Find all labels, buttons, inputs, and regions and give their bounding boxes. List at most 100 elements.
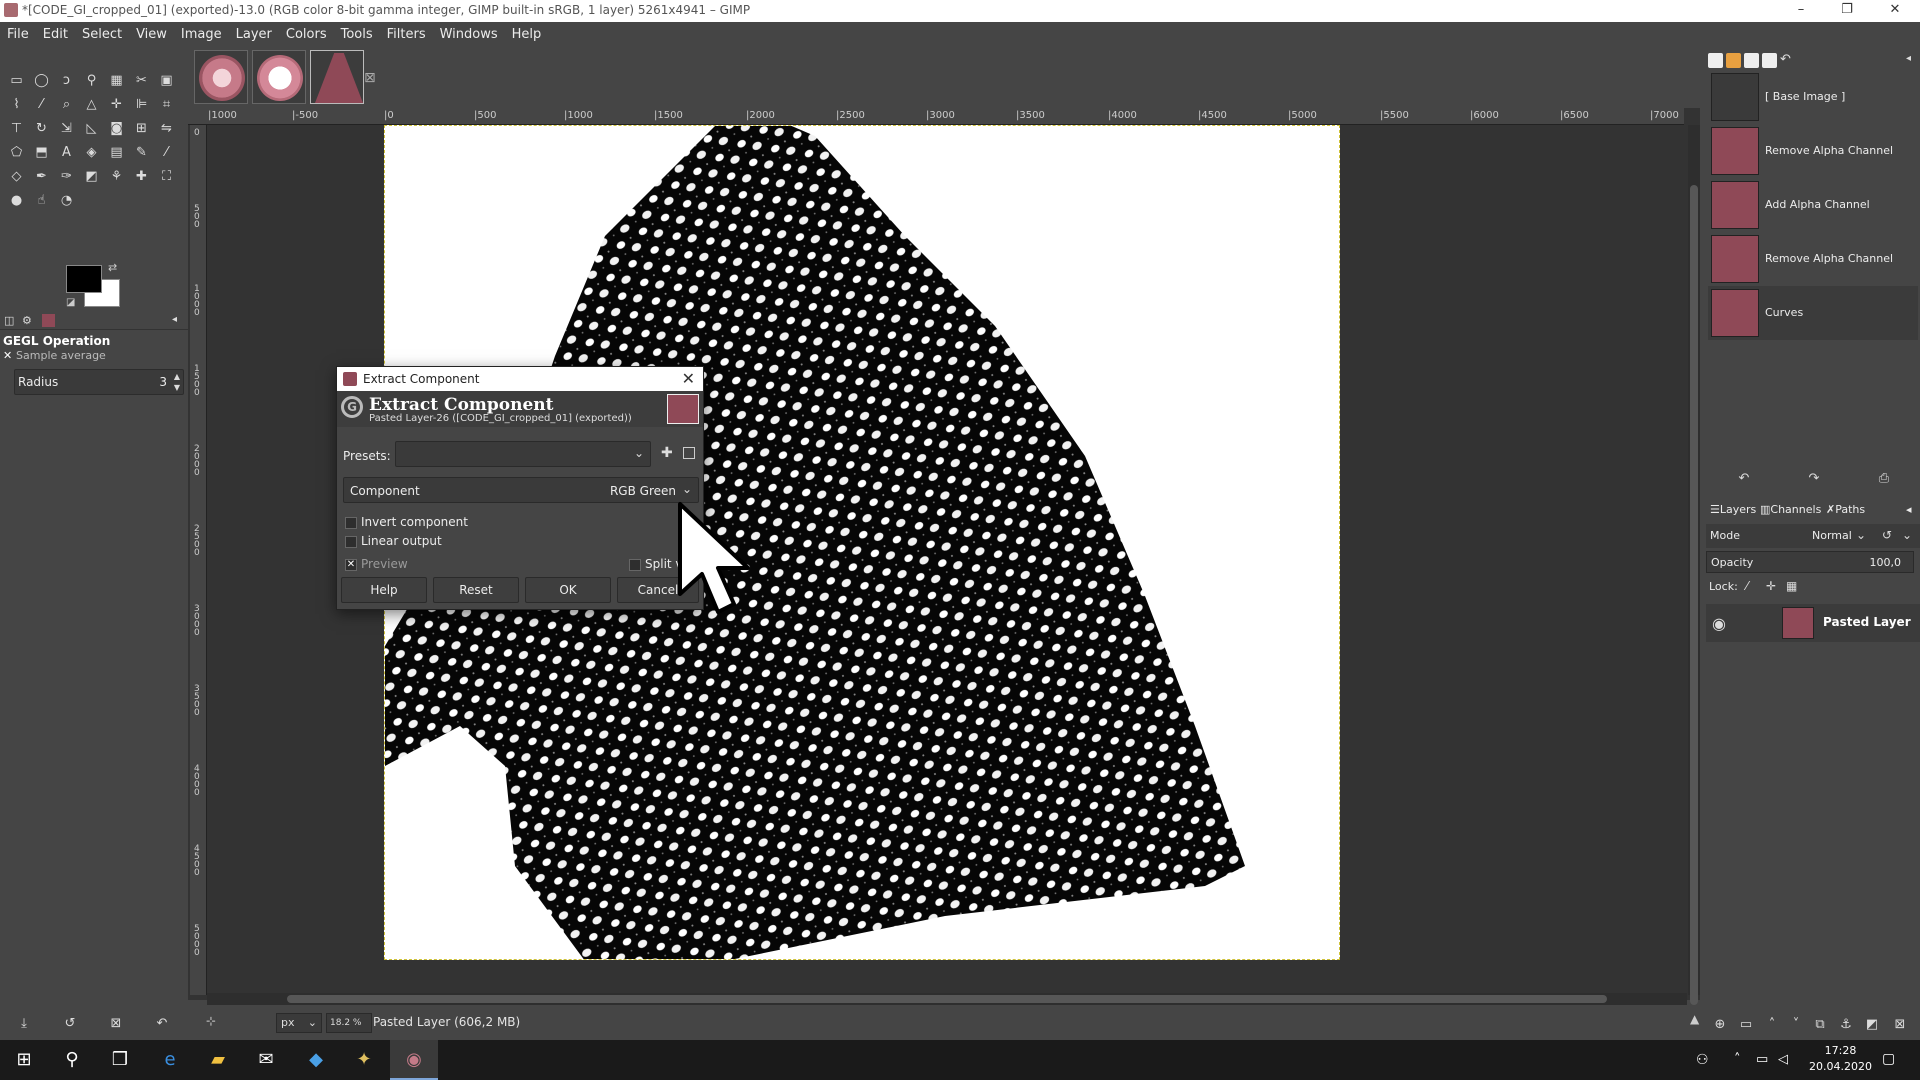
airbrush-icon[interactable]: ✒	[31, 167, 52, 187]
spin-arrows-icon[interactable]: ▲ ▼	[174, 371, 180, 393]
color-picker-icon[interactable]: ⁄	[31, 95, 52, 115]
close-window-button[interactable]: ✕	[1872, 0, 1918, 22]
smudge-icon[interactable]: ☝	[31, 191, 52, 211]
zoom-icon[interactable]: ⌕	[56, 95, 77, 115]
lower-layer-icon[interactable]: ˅	[1786, 1015, 1806, 1035]
cage-icon[interactable]: ⊞	[131, 119, 152, 139]
notifications-icon[interactable]: ▢	[1882, 1051, 1895, 1067]
duplicate-layer-icon[interactable]: ⧉	[1810, 1015, 1830, 1035]
foreground-color-swatch[interactable]	[66, 265, 102, 293]
configure-tab-icon[interactable]: ◂	[1906, 503, 1912, 516]
edge-browser-icon[interactable]: e	[146, 1040, 194, 1080]
perspective-icon[interactable]: ⬠	[6, 143, 27, 163]
zoom-selector[interactable]: 18.2 %	[326, 1013, 372, 1033]
document-history-tab-icon[interactable]	[1762, 53, 1777, 68]
layer-mode-row[interactable]: Mode Normal ⌄ ↺ ⌄	[1706, 524, 1920, 548]
minimize-button[interactable]: –	[1778, 0, 1824, 22]
crop-icon[interactable]: ⌗	[156, 95, 177, 115]
manage-presets-icon[interactable]	[683, 447, 695, 459]
color-select-icon[interactable]: ▦	[106, 71, 127, 91]
free-select-icon[interactable]: ↄ	[56, 71, 77, 91]
ellipse-select-icon[interactable]: ◯	[31, 71, 52, 91]
save-options-icon[interactable]: ⤓	[14, 1014, 34, 1034]
scissors-icon[interactable]: ✂	[131, 71, 152, 91]
menu-file[interactable]: File	[0, 22, 36, 47]
tool-options-tab-icon[interactable]: ◫	[4, 314, 14, 327]
pencil-icon[interactable]: ✎	[131, 143, 152, 163]
lock-pixels-icon[interactable]: ⁄	[1746, 579, 1748, 593]
app-icon[interactable]: ◆	[292, 1040, 340, 1080]
rotate-icon[interactable]: ↻	[31, 119, 52, 139]
undo-history-item[interactable]: Remove Alpha Channel	[1708, 124, 1918, 178]
undo-history-tab-icon[interactable]: ↶	[1780, 52, 1791, 67]
tray-chevron-up-icon[interactable]: ˄	[1734, 1052, 1741, 1067]
quick-mask-icon[interactable]: ⊹	[206, 1014, 216, 1028]
raise-layer-icon[interactable]: ˄	[1762, 1015, 1782, 1035]
tab-channels[interactable]: ▥Channels	[1760, 503, 1821, 516]
warp-icon[interactable]: ◙	[106, 119, 127, 139]
opacity-spinbox[interactable]: Opacity 100,0	[1706, 551, 1914, 573]
menu-image[interactable]: Image	[174, 22, 229, 47]
visibility-eye-icon[interactable]: ◉	[1712, 614, 1726, 633]
maximize-button[interactable]: ❐	[1824, 0, 1870, 22]
mode-reset-icon[interactable]: ↺	[1882, 528, 1892, 542]
unit-selector[interactable]: px ⌄	[276, 1013, 322, 1033]
navigate-icon[interactable]: ▲	[1690, 1012, 1699, 1026]
default-colors-icon[interactable]: ◪	[66, 297, 75, 308]
menu-help[interactable]: Help	[505, 22, 549, 47]
ok-button[interactable]: OK	[525, 577, 611, 603]
volume-icon[interactable]: ◁	[1778, 1052, 1788, 1067]
image-tab-1[interactable]	[194, 50, 248, 104]
undo-icon[interactable]: ↶	[1734, 469, 1754, 489]
patterns-tab-icon[interactable]	[1726, 53, 1741, 68]
unified-transform-icon[interactable]: ⊤	[6, 119, 27, 139]
perspective-clone-icon[interactable]: ⛶	[156, 167, 177, 187]
foreground-select-icon[interactable]: ▣	[156, 71, 177, 91]
dodge-burn-icon[interactable]: ◔	[56, 191, 77, 211]
restore-options-icon[interactable]: ↺	[60, 1014, 80, 1034]
eraser-icon[interactable]: ◇	[6, 167, 27, 187]
clear-history-icon[interactable]: ⎙	[1874, 469, 1894, 489]
scrollbar-thumb[interactable]	[287, 995, 1607, 1003]
search-icon[interactable]: ⚲	[48, 1040, 96, 1080]
scrollbar-thumb[interactable]	[1690, 185, 1698, 1005]
gimp-taskbar-icon[interactable]: ◉	[390, 1040, 438, 1080]
horizontal-scrollbar[interactable]	[207, 993, 1687, 1005]
brushes-tab-icon[interactable]	[1708, 53, 1723, 68]
presets-dropdown[interactable]: ⌄	[395, 441, 651, 467]
paths-icon[interactable]: ⌇	[6, 95, 27, 115]
add-preset-icon[interactable]: ✚	[661, 445, 673, 461]
windows-start-icon[interactable]: ⊞	[0, 1040, 48, 1080]
scale-icon[interactable]: ⇲	[56, 119, 77, 139]
close-tab-icon[interactable]: ⊠	[364, 70, 376, 86]
split-view-checkbox[interactable]	[629, 559, 641, 571]
undo-history-item[interactable]: Add Alpha Channel	[1708, 178, 1918, 232]
configure-tab-icon[interactable]: ◂	[1906, 53, 1911, 64]
reset-button[interactable]: Reset	[433, 577, 519, 603]
horizontal-ruler[interactable]: |1000 |-500 |0 |500 |1000 |1500 |2000 |2…	[188, 108, 1684, 125]
reset-options-icon[interactable]: ↶	[152, 1014, 172, 1034]
close-icon[interactable]: ✕	[682, 369, 695, 388]
blur-icon[interactable]: ●	[6, 191, 27, 211]
invert-component-checkbox[interactable]	[345, 517, 357, 529]
heal-icon[interactable]: ✚	[131, 167, 152, 187]
chevron-down-icon[interactable]: ⌄	[1902, 528, 1912, 542]
handle-transform-icon[interactable]: ⬒	[31, 143, 52, 163]
images-tab-icon[interactable]	[42, 314, 55, 327]
help-button[interactable]: Help	[341, 577, 427, 603]
component-dropdown[interactable]: Component RGB Green ⌄	[343, 477, 699, 503]
redo-icon[interactable]: ↷	[1804, 469, 1824, 489]
measure-icon[interactable]: △	[81, 95, 102, 115]
app-icon[interactable]: ✦	[340, 1040, 388, 1080]
undo-history-item[interactable]: [ Base Image ]	[1708, 70, 1918, 124]
mail-icon[interactable]: ✉	[242, 1040, 290, 1080]
menu-windows[interactable]: Windows	[433, 22, 505, 47]
vertical-scrollbar[interactable]	[1688, 125, 1700, 1005]
menu-filters[interactable]: Filters	[380, 22, 433, 47]
tab-layers[interactable]: ☰Layers	[1710, 503, 1756, 516]
menu-tools[interactable]: Tools	[334, 22, 380, 47]
anchor-layer-icon[interactable]: ⚓	[1836, 1015, 1856, 1035]
align-icon[interactable]: ⊫	[131, 95, 152, 115]
clone-icon[interactable]: ⚘	[106, 167, 127, 187]
device-status-tab-icon[interactable]: ⚙	[22, 314, 32, 327]
